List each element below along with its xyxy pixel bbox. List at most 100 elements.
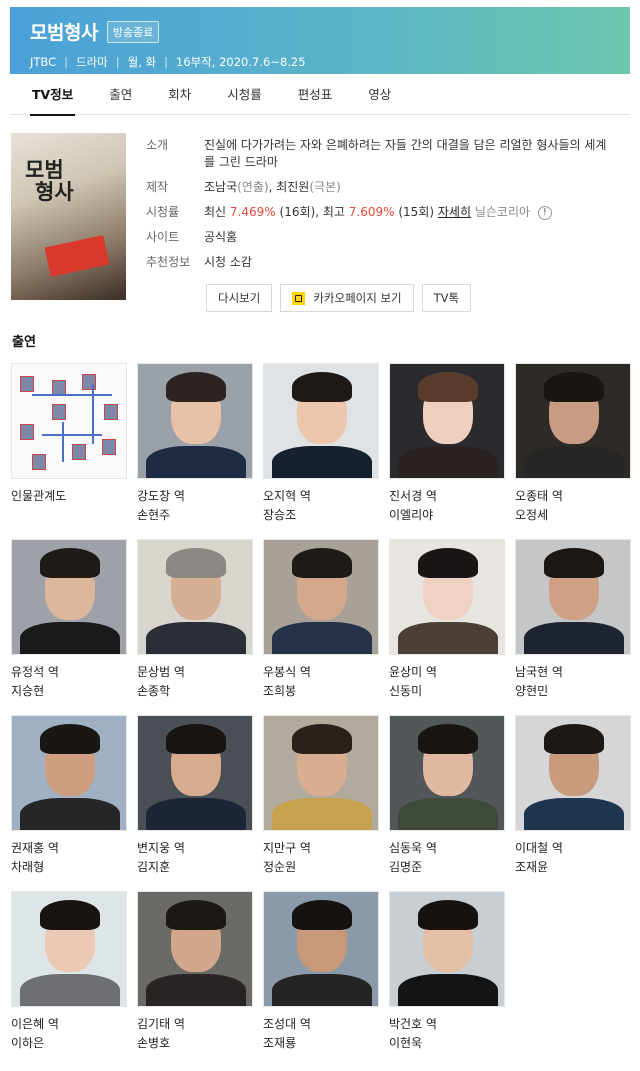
cast-photo[interactable]	[11, 891, 127, 1007]
tab-schedule[interactable]: 편성표	[298, 74, 333, 115]
cast-role[interactable]: 이은혜 역	[11, 1017, 127, 1032]
cast-role[interactable]: 지만구 역	[263, 841, 379, 856]
cast-actor-name[interactable]: 손현주	[137, 508, 253, 523]
tv-talk-button[interactable]: TV톡	[421, 284, 472, 312]
review-link[interactable]: 시청 소감	[204, 254, 252, 271]
cast-member[interactable]: 변지웅 역김지훈	[137, 715, 253, 875]
cast-actor-name[interactable]: 조희봉	[263, 684, 379, 699]
tab-tv-info[interactable]: TV정보	[29, 74, 76, 116]
cast-photo[interactable]	[11, 715, 127, 831]
relationship-map-item[interactable]: 인물관계도	[11, 363, 127, 504]
cast-member[interactable]: 우봉식 역조희봉	[263, 539, 379, 699]
cast-role[interactable]: 이대철 역	[515, 841, 631, 856]
cast-actor-name[interactable]: 이엘리야	[389, 508, 505, 523]
cast-actor-name[interactable]: 조재룡	[263, 1036, 379, 1051]
info-icon[interactable]: !	[537, 205, 552, 220]
cast-photo[interactable]	[263, 363, 379, 479]
cast-section-title: 출연	[12, 335, 36, 350]
cast-role[interactable]: 심동욱 역	[389, 841, 505, 856]
cast-photo[interactable]	[389, 891, 505, 1007]
cast-actor-name[interactable]: 손병호	[137, 1036, 253, 1051]
cast-actor-name[interactable]: 장승조	[263, 508, 379, 523]
cast-photo[interactable]	[389, 715, 505, 831]
rating-detail-link[interactable]: 자세히	[438, 205, 471, 219]
cast-photo[interactable]	[515, 715, 631, 831]
broadcast-days: 월, 화	[127, 55, 157, 69]
cast-photo[interactable]	[389, 363, 505, 479]
cast-member[interactable]: 유정석 역지승현	[11, 539, 127, 699]
cast-photo[interactable]	[11, 539, 127, 655]
cast-member[interactable]: 강도창 역손현주	[137, 363, 253, 523]
writer-link[interactable]: 최진원	[276, 180, 309, 194]
cast-role[interactable]: 윤상미 역	[389, 665, 505, 680]
cast-member[interactable]: 문상범 역손종학	[137, 539, 253, 699]
cast-actor-name[interactable]: 신동미	[389, 684, 505, 699]
tab-episodes[interactable]: 회차	[168, 74, 191, 115]
cast-member[interactable]: 윤상미 역신동미	[389, 539, 505, 699]
cast-role[interactable]: 오지혁 역	[263, 489, 379, 504]
cast-actor-name[interactable]: 손종학	[137, 684, 253, 699]
director-link[interactable]: 조남국	[204, 180, 237, 194]
tab-cast[interactable]: 출연	[109, 74, 132, 115]
cast-member[interactable]: 지만구 역정순원	[263, 715, 379, 875]
cast-actor-name[interactable]: 오정세	[515, 508, 631, 523]
cast-photo[interactable]	[515, 363, 631, 479]
cast-photo[interactable]	[263, 539, 379, 655]
action-buttons: 다시보기 카카오페이지 보기 TV톡	[206, 284, 479, 312]
cast-role[interactable]: 유정석 역	[11, 665, 127, 680]
cast-member[interactable]: 오지혁 역장승조	[263, 363, 379, 523]
cast-member[interactable]: 오종태 역오정세	[515, 363, 631, 523]
cast-role[interactable]: 남국현 역	[515, 665, 631, 680]
cast-photo[interactable]	[515, 539, 631, 655]
tab-bar: TV정보 출연 회차 시청률 편성표 영상	[10, 74, 630, 116]
cast-actor-name[interactable]: 정순원	[263, 860, 379, 875]
cast-member[interactable]: 진서경 역이엘리야	[389, 363, 505, 523]
relationship-map-label[interactable]: 인물관계도	[11, 489, 127, 504]
cast-actor-name[interactable]: 김지훈	[137, 860, 253, 875]
cast-role[interactable]: 김기태 역	[137, 1017, 253, 1032]
cast-actor-name[interactable]: 양현민	[515, 684, 631, 699]
kakao-page-button[interactable]: 카카오페이지 보기	[280, 284, 414, 312]
cast-member[interactable]: 남국현 역양현민	[515, 539, 631, 699]
cast-role[interactable]: 우봉식 역	[263, 665, 379, 680]
cast-member[interactable]: 조성대 역조재룡	[263, 891, 379, 1051]
rewatch-button[interactable]: 다시보기	[206, 284, 273, 312]
cast-photo[interactable]	[389, 539, 505, 655]
cast-member[interactable]: 이은혜 역이하은	[11, 891, 127, 1051]
cast-actor-name[interactable]: 차래형	[11, 860, 127, 875]
cast-role[interactable]: 진서경 역	[389, 489, 505, 504]
cast-role[interactable]: 문상범 역	[137, 665, 253, 680]
program-title[interactable]: 모범형사	[30, 18, 98, 45]
cast-member[interactable]: 이대철 역조재윤	[515, 715, 631, 875]
program-info: 소개 진실에 다가가려는 자와 은폐하려는 자들 간의 대결을 담은 리얼한 형…	[146, 137, 616, 279]
cast-role[interactable]: 강도창 역	[137, 489, 253, 504]
cast-member[interactable]: 권재홍 역차래형	[11, 715, 127, 875]
cast-role[interactable]: 권재홍 역	[11, 841, 127, 856]
cast-role[interactable]: 조성대 역	[263, 1017, 379, 1032]
official-site-link[interactable]: 공식홈	[204, 229, 237, 246]
poster-image[interactable]: 모범 형사	[11, 133, 126, 300]
cast-actor-name[interactable]: 김명준	[389, 860, 505, 875]
cast-photo[interactable]	[137, 891, 253, 1007]
tab-ratings[interactable]: 시청률	[227, 74, 262, 115]
cast-photo[interactable]	[137, 363, 253, 479]
cast-role[interactable]: 변지웅 역	[137, 841, 253, 856]
cast-role[interactable]: 박건호 역	[389, 1017, 505, 1032]
cast-actor-name[interactable]: 이현욱	[389, 1036, 505, 1051]
cast-member[interactable]: 심동욱 역김명준	[389, 715, 505, 875]
cast-member[interactable]: 박건호 역이현욱	[389, 891, 505, 1051]
cast-photo[interactable]	[263, 891, 379, 1007]
cast-actor-name[interactable]: 조재윤	[515, 860, 631, 875]
cast-role[interactable]: 오종태 역	[515, 489, 631, 504]
relationship-map-thumbnail[interactable]	[11, 363, 127, 479]
cast-member[interactable]: 김기태 역손병호	[137, 891, 253, 1051]
cast-actor-name[interactable]: 이하은	[11, 1036, 127, 1051]
genre: 드라마	[76, 55, 108, 69]
cast-photo[interactable]	[263, 715, 379, 831]
cast-actor-name[interactable]: 지승현	[11, 684, 127, 699]
tab-video[interactable]: 영상	[368, 74, 391, 115]
intro-text: 진실에 다가가려는 자와 은폐하려는 자들 간의 대결을 담은 리얼한 형사들의…	[204, 138, 607, 169]
cast-photo[interactable]	[137, 715, 253, 831]
cast-photo[interactable]	[137, 539, 253, 655]
divider: |	[164, 55, 168, 69]
